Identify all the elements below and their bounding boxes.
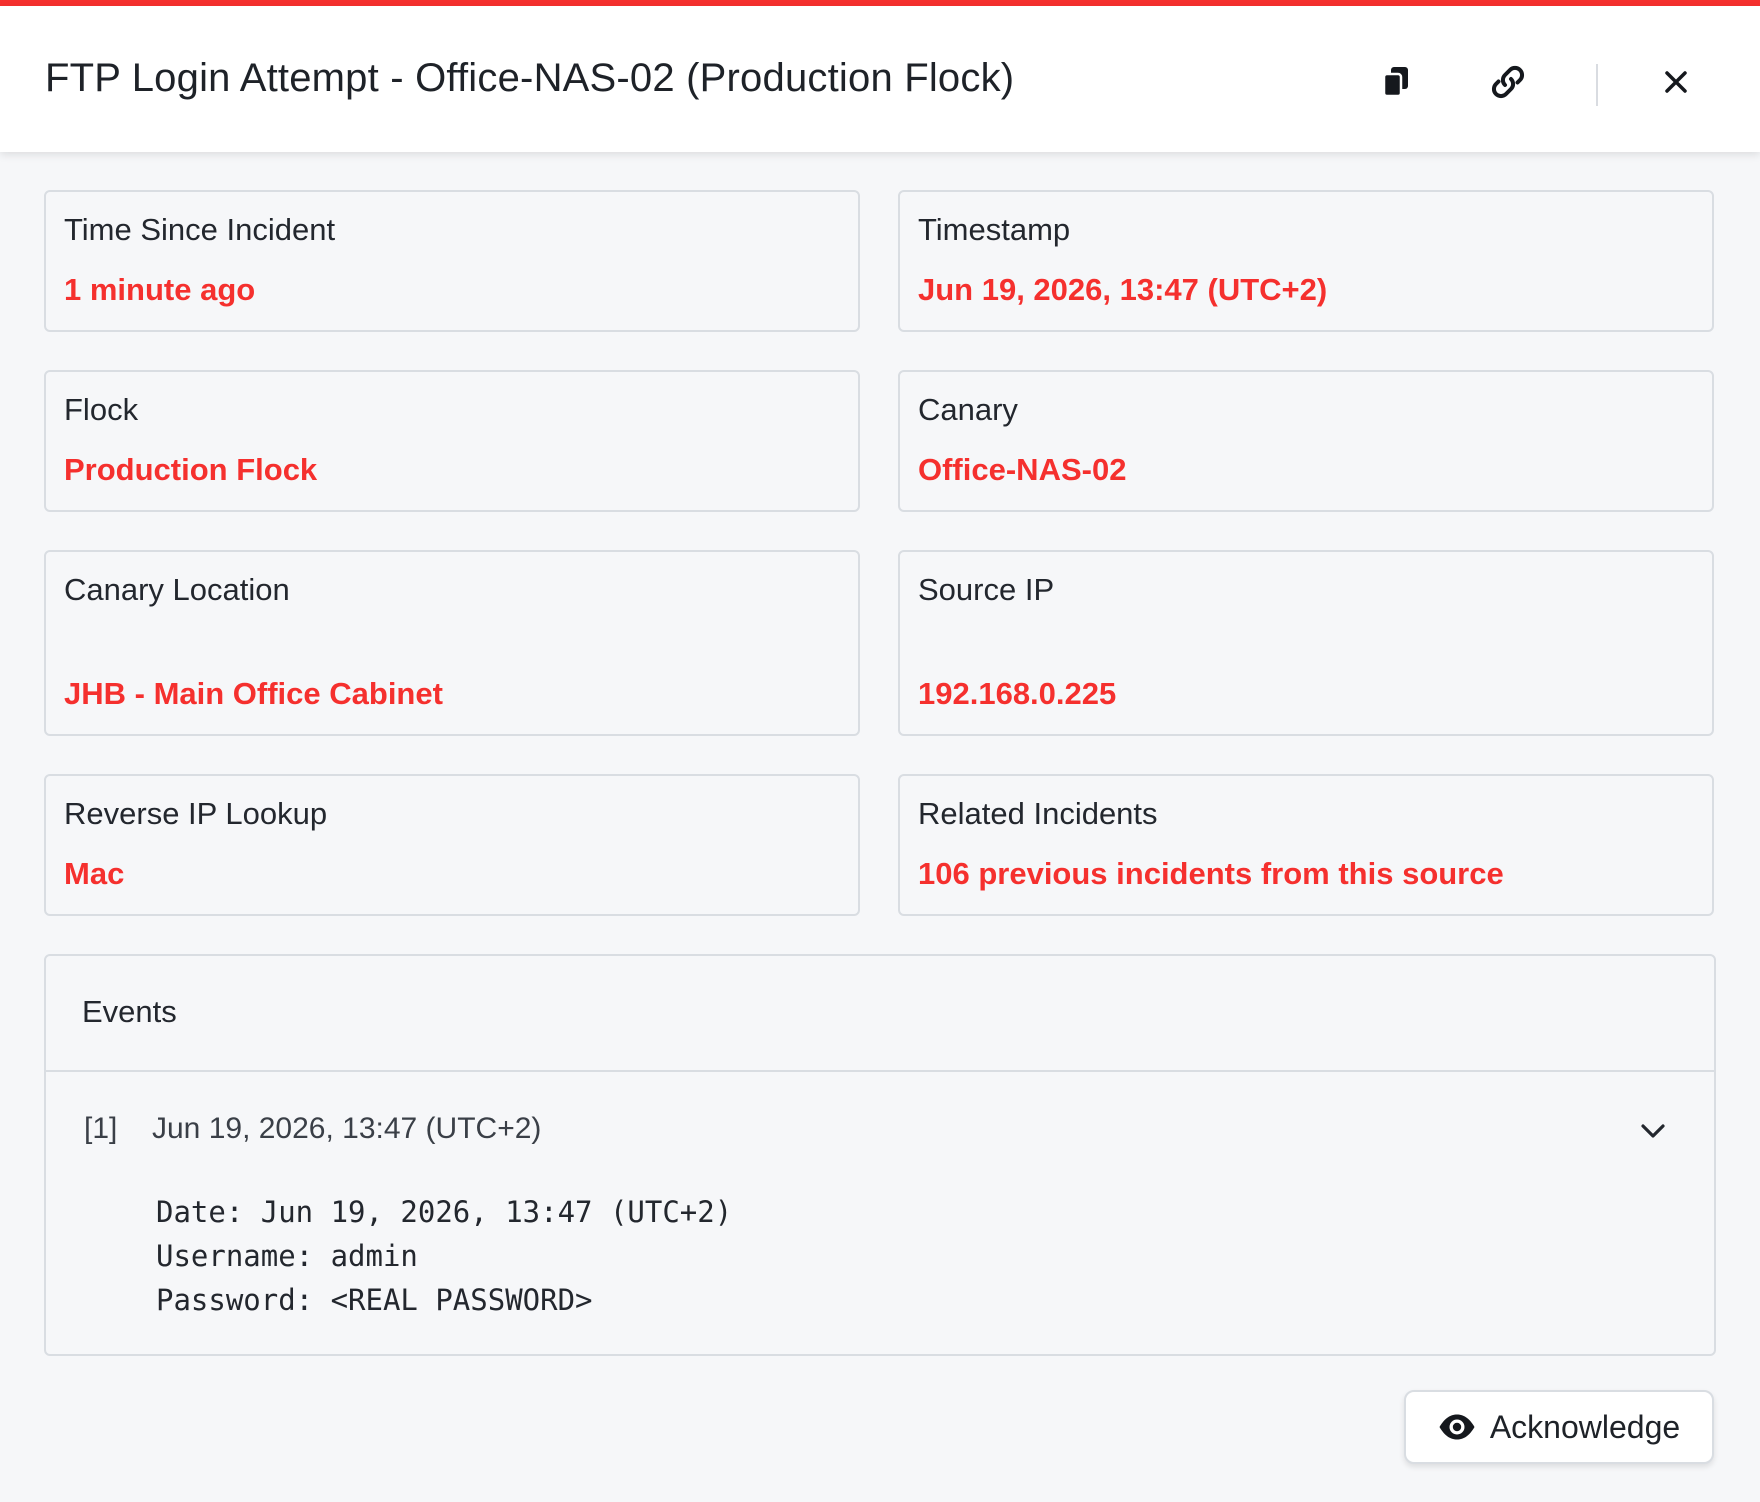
event-index: [1] — [84, 1112, 118, 1145]
incident-title: FTP Login Attempt - Office-NAS-02 (Produ… — [45, 56, 1015, 100]
canary-location-label: Canary Location — [64, 572, 290, 607]
timestamp-value: Jun 19, 2026, 13:47 (UTC+2) — [918, 272, 1328, 307]
reverse-ip-label: Reverse IP Lookup — [64, 796, 328, 831]
flock-card: Flock Production Flock — [44, 370, 860, 512]
header-divider — [1596, 64, 1598, 106]
eye-icon — [1439, 1414, 1475, 1440]
reverse-ip-value: Mac — [64, 856, 125, 891]
acknowledge-label: Acknowledge — [1489, 1408, 1681, 1445]
chevron-down-icon — [1641, 1124, 1665, 1138]
copy-icon — [1382, 67, 1408, 98]
canary-location-card: Canary Location JHB - Main Office Cabine… — [44, 550, 860, 736]
event-details: Date: Jun 19, 2026, 13:47 (UTC+2) Usernam… — [156, 1190, 732, 1322]
source-ip-value: 192.168.0.225 — [918, 676, 1117, 711]
related-incidents-label: Related Incidents — [918, 796, 1158, 831]
source-ip-card: Source IP 192.168.0.225 — [898, 550, 1714, 736]
flock-label: Flock — [64, 392, 139, 427]
close-icon — [1665, 71, 1687, 93]
incident-modal: FTP Login Attempt - Office-NAS-02 (Produ… — [0, 0, 1760, 1502]
canary-label: Canary — [918, 392, 1018, 427]
time-since-value: 1 minute ago — [64, 272, 256, 307]
canary-location-value: JHB - Main Office Cabinet — [64, 676, 443, 711]
timestamp-label: Timestamp — [918, 212, 1071, 247]
event-row-toggle[interactable]: [1] Jun 19, 2026, 13:47 (UTC+2) — [46, 1072, 1714, 1182]
close-button[interactable] — [1652, 58, 1700, 106]
copy-button[interactable] — [1372, 58, 1420, 106]
time-since-label: Time Since Incident — [64, 212, 336, 247]
related-incidents-card: Related Incidents 106 previous incidents… — [898, 774, 1714, 916]
event-date-line: Date: Jun 19, 2026, 13:47 (UTC+2) — [156, 1195, 733, 1229]
event-username-line: Username: admin — [156, 1239, 418, 1273]
related-incidents-link[interactable]: 106 previous incidents from this source — [918, 856, 1504, 892]
acknowledge-button[interactable]: Acknowledge — [1404, 1390, 1714, 1464]
copy-link-button[interactable] — [1484, 58, 1532, 106]
time-since-card: Time Since Incident 1 minute ago — [44, 190, 860, 332]
modal-header: FTP Login Attempt - Office-NAS-02 (Produ… — [0, 6, 1760, 152]
reverse-ip-card: Reverse IP Lookup Mac — [44, 774, 860, 916]
canary-card: Canary Office-NAS-02 — [898, 370, 1714, 512]
events-panel: Events [1] Jun 19, 2026, 13:47 (UTC+2) D… — [44, 954, 1716, 1356]
event-time: Jun 19, 2026, 13:47 (UTC+2) — [152, 1112, 542, 1145]
events-title: Events — [82, 994, 177, 1029]
timestamp-card: Timestamp Jun 19, 2026, 13:47 (UTC+2) — [898, 190, 1714, 332]
event-password-line: Password: <REAL PASSWORD> — [156, 1283, 593, 1317]
source-ip-label: Source IP — [918, 572, 1055, 607]
link-icon — [1491, 65, 1525, 99]
flock-link[interactable]: Production Flock — [64, 452, 317, 488]
canary-link[interactable]: Office-NAS-02 — [918, 452, 1126, 488]
